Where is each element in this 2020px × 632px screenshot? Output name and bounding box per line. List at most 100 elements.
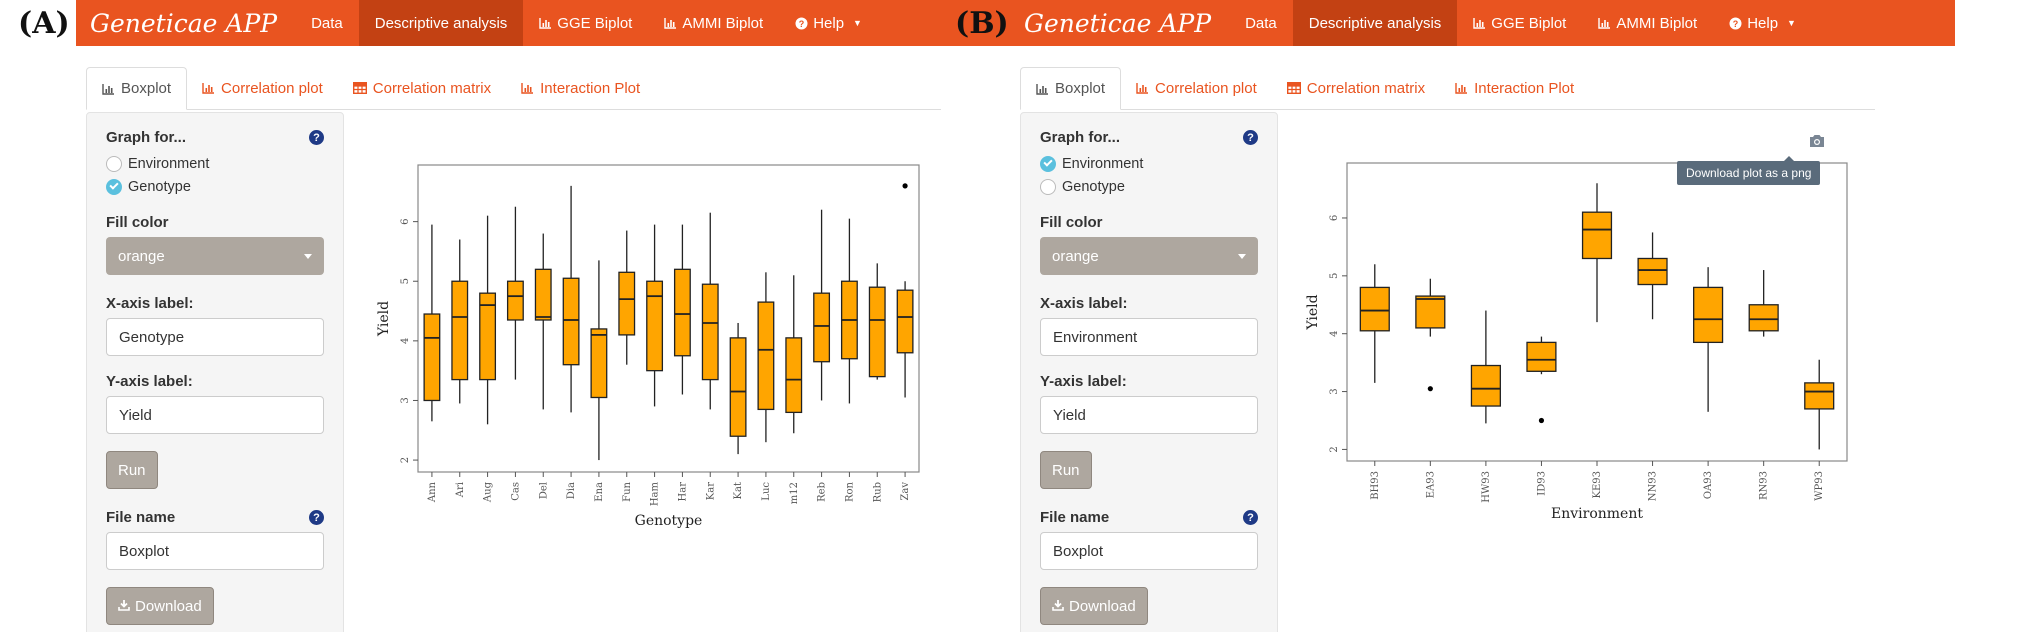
box-iqr (1637, 257, 1668, 286)
x-tick-label: Ham (650, 481, 661, 506)
y-tick-label: 2 (1329, 446, 1340, 452)
y-tick-label: 4 (400, 338, 411, 344)
x-axis-title: Environment (1551, 506, 1643, 522)
x-tick-label: Rub (872, 482, 883, 502)
box-iqr (618, 271, 636, 336)
panel-label-a: (A) (18, 6, 70, 41)
app-window-a: Geneticae APP Data Descriptive analysis GGE… (76, 0, 1021, 632)
box-m12: m12 (785, 275, 803, 504)
box-iqr (451, 280, 469, 381)
outlier-point (902, 183, 908, 189)
box-iqr (1415, 295, 1446, 329)
box-iqr (562, 277, 580, 366)
x-tick-label: Kat (733, 482, 744, 499)
x-tick-label: BH93 (1370, 471, 1381, 500)
panel-label-b: (B) (955, 6, 1009, 41)
x-tick-label: Kar (705, 482, 716, 500)
x-tick-label: HW93 (1481, 471, 1492, 503)
box-iqr (701, 283, 719, 381)
box-Fun: Fun (618, 230, 636, 502)
app-window-b: Geneticae APP Data Descriptive analysis GGE… (1010, 0, 1955, 632)
box-iqr (1526, 341, 1557, 372)
x-tick-label: Ena (594, 482, 605, 502)
y-tick-label: 2 (400, 457, 411, 463)
box-EA93: EA93 (1415, 278, 1446, 498)
box-Kar: Kar (701, 212, 719, 500)
y-tick-label: 5 (400, 278, 411, 284)
download-png-tooltip: Download plot as a png (1677, 156, 1821, 185)
box-Del: Del (534, 233, 552, 499)
y-tick-label: 5 (1329, 273, 1340, 279)
outlier-point (1538, 417, 1545, 424)
box-Aug: Aug (479, 215, 497, 503)
box-iqr (1804, 382, 1835, 410)
x-tick-label: m12 (789, 482, 800, 504)
y-tick-label: 4 (1329, 331, 1340, 337)
x-tick-label: EA93 (1425, 471, 1436, 498)
x-tick-label: KE93 (1592, 471, 1603, 499)
box-iqr (757, 301, 775, 411)
box-iqr (1581, 211, 1613, 260)
outlier-point (1427, 386, 1433, 392)
box-Ena: Ena (590, 260, 608, 502)
box-Rub: Rub (868, 263, 886, 502)
box-KE93: KE93 (1581, 183, 1613, 499)
box-iqr (646, 280, 664, 372)
box-RN93: RN93 (1748, 270, 1779, 500)
box-Ron: Ron (840, 218, 858, 502)
x-tick-label: RN93 (1759, 471, 1770, 500)
box-iqr (479, 292, 497, 381)
box-Zav: Zav (896, 183, 914, 501)
box-BH93: BH93 (1359, 264, 1390, 500)
box-Har: Har (673, 224, 691, 502)
x-tick-label: Ron (844, 481, 855, 502)
x-tick-label: Dia (566, 482, 577, 499)
box-HW93: HW93 (1470, 310, 1501, 503)
box-ID93: ID93 (1526, 336, 1557, 496)
x-tick-label: Ann (427, 481, 438, 503)
x-tick-label: Reb (817, 482, 828, 502)
box-Luc: Luc (757, 272, 775, 501)
box-Dia: Dia (562, 185, 580, 499)
box-iqr (506, 280, 524, 321)
x-tick-label: Har (677, 482, 688, 502)
x-tick-label: ID93 (1536, 471, 1547, 496)
x-tick-label: Luc (761, 482, 772, 501)
box-WP93: WP93 (1804, 359, 1835, 501)
boxplot-svg: 2 3 4 5 6 Ann Ari Aug Cas Del Dia Ena Fun Ham Har Kar Ka… (376, 164, 920, 529)
x-tick-label: NN93 (1648, 471, 1659, 501)
camera-icon[interactable] (1808, 134, 1826, 148)
box-iqr (423, 313, 441, 402)
y-tick-label: 3 (1329, 388, 1340, 394)
x-tick-label: Ari (455, 482, 466, 498)
box-Ham: Ham (646, 224, 664, 506)
box-iqr (729, 337, 747, 437)
box-iqr (785, 337, 803, 414)
box-iqr (673, 268, 691, 357)
y-tick-label: 6 (1329, 215, 1340, 221)
x-tick-label: Cas (510, 482, 521, 501)
boxplot-svg: 2 3 4 5 6 BH93 EA93 HW93 ID93 KE93 NN93 OA93 RN93 WP9… (1305, 162, 1848, 522)
y-axis-title: Yield (1305, 294, 1321, 330)
box-OA93: OA93 (1693, 267, 1724, 499)
box-iqr (896, 289, 914, 354)
y-axis-title: Yield (376, 301, 392, 337)
y-tick-label: 6 (400, 218, 411, 224)
y-tick-label: 3 (400, 397, 411, 403)
box-iqr (1359, 286, 1390, 332)
box-iqr (534, 268, 552, 321)
x-tick-label: OA93 (1703, 471, 1714, 499)
box-Cas: Cas (506, 206, 524, 501)
x-tick-label: Zav (900, 482, 911, 501)
box-Ari: Ari (451, 239, 469, 498)
x-tick-label: Del (538, 482, 549, 499)
x-tick-label: WP93 (1814, 471, 1825, 501)
box-iqr (1693, 286, 1724, 344)
box-Reb: Reb (813, 209, 831, 502)
x-tick-label: Aug (483, 481, 494, 503)
x-tick-label: Fun (622, 481, 633, 501)
box-Kat: Kat (729, 322, 747, 499)
x-axis-title: Genotype (635, 513, 703, 529)
box-iqr (868, 286, 886, 378)
box-iqr (1748, 304, 1779, 332)
